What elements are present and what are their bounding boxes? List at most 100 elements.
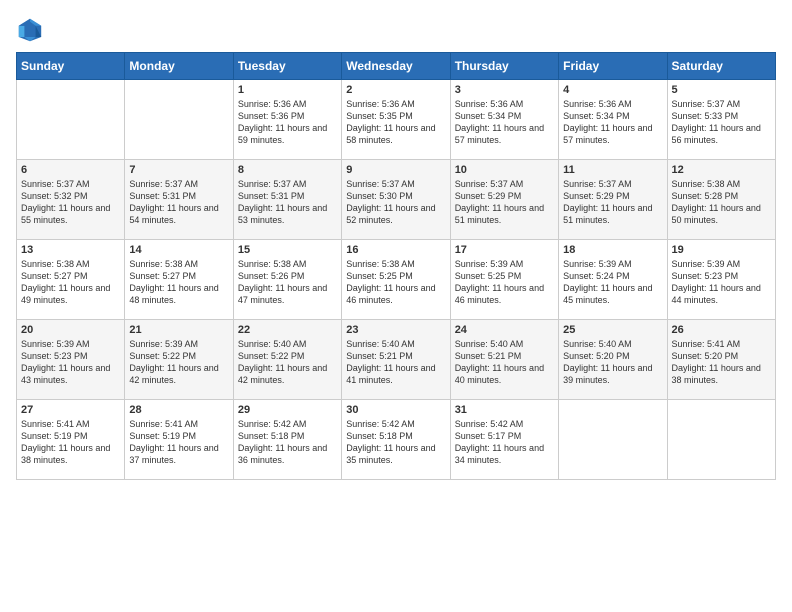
calendar-cell: 21Sunrise: 5:39 AMSunset: 5:22 PMDayligh… [125,320,233,400]
day-number: 6 [21,164,120,176]
cell-content: Sunrise: 5:42 AMSunset: 5:18 PMDaylight:… [238,418,337,467]
calendar-cell: 12 Sunrise: 5:38 AMSunset: 5:28 PMDayligh… [667,160,775,240]
cell-content: Sunrise: 5:42 AMSunset: 5:17 PMDaylight:… [455,418,554,467]
calendar-cell [667,400,775,480]
day-number: 8 [238,164,337,176]
day-number: 18 [563,244,662,256]
cell-content: Sunrise: 5:37 AMSunset: 5:32 PMDaylight:… [21,178,120,227]
day-number: 5 [672,84,771,96]
day-number: 17 [455,244,554,256]
cell-content: Sunrise: 5:38 AMSunset: 5:27 PMDaylight:… [21,258,120,307]
cell-content: Sunrise: 5:41 AMSunset: 5:20 PMDaylight:… [672,338,771,387]
calendar-cell: 5Sunrise: 5:37 AMSunset: 5:33 PMDaylight… [667,80,775,160]
calendar-cell: 2Sunrise: 5:36 AMSunset: 5:35 PMDaylight… [342,80,450,160]
calendar-cell: 13 Sunrise: 5:38 AMSunset: 5:27 PMDayligh… [17,240,125,320]
calendar-cell: 29 Sunrise: 5:42 AMSunset: 5:18 PMDayligh… [233,400,341,480]
cell-content: Sunrise: 5:41 AMSunset: 5:19 PMDaylight:… [21,418,120,467]
calendar-cell: 10 Sunrise: 5:37 AMSunset: 5:29 PMDayligh… [450,160,558,240]
calendar-table: SundayMondayTuesdayWednesdayThursdayFrid… [16,52,776,480]
cell-content: Sunrise: 5:38 AMSunset: 5:26 PMDaylight:… [238,258,337,307]
day-number: 10 [455,164,554,176]
cell-content: Sunrise: 5:40 AMSunset: 5:21 PMDaylight:… [455,338,554,387]
calendar-cell: 26Sunrise: 5:41 AMSunset: 5:20 PMDayligh… [667,320,775,400]
calendar-cell [559,400,667,480]
calendar-cell: 11 Sunrise: 5:37 AMSunset: 5:29 PMDayligh… [559,160,667,240]
calendar-body: 1 Sunrise: 5:36 AMSunset: 5:36 PMDaylight… [17,80,776,480]
calendar-cell: 17Sunrise: 5:39 AMSunset: 5:25 PMDayligh… [450,240,558,320]
cell-content: Sunrise: 5:40 AMSunset: 5:21 PMDaylight:… [346,338,445,387]
logo-icon [16,16,44,44]
weekday-sunday: Sunday [17,53,125,80]
day-number: 11 [563,164,662,176]
calendar-cell: 24 Sunrise: 5:40 AMSunset: 5:21 PMDayligh… [450,320,558,400]
weekday-wednesday: Wednesday [342,53,450,80]
cell-content: Sunrise: 5:36 AMSunset: 5:34 PMDaylight:… [563,98,662,147]
calendar-cell: 27 Sunrise: 5:41 AMSunset: 5:19 PMDayligh… [17,400,125,480]
day-number: 3 [455,84,554,96]
calendar-week-2: 6 Sunrise: 5:37 AMSunset: 5:32 PMDaylight… [17,160,776,240]
weekday-tuesday: Tuesday [233,53,341,80]
day-number: 4 [563,84,662,96]
cell-content: Sunrise: 5:37 AMSunset: 5:29 PMDaylight:… [563,178,662,227]
cell-content: Sunrise: 5:40 AMSunset: 5:22 PMDaylight:… [238,338,337,387]
day-number: 24 [455,324,554,336]
day-number: 15 [238,244,337,256]
day-number: 2 [346,84,445,96]
cell-content: Sunrise: 5:38 AMSunset: 5:25 PMDaylight:… [346,258,445,307]
day-number: 28 [129,404,228,416]
day-number: 16 [346,244,445,256]
calendar-cell: 15 Sunrise: 5:38 AMSunset: 5:26 PMDayligh… [233,240,341,320]
cell-content: Sunrise: 5:39 AMSunset: 5:24 PMDaylight:… [563,258,662,307]
calendar-cell: 30Sunrise: 5:42 AMSunset: 5:18 PMDayligh… [342,400,450,480]
calendar-cell: 9 Sunrise: 5:37 AMSunset: 5:30 PMDaylight… [342,160,450,240]
day-number: 19 [672,244,771,256]
day-number: 12 [672,164,771,176]
day-number: 9 [346,164,445,176]
calendar-cell: 19 Sunrise: 5:39 AMSunset: 5:23 PMDayligh… [667,240,775,320]
weekday-friday: Friday [559,53,667,80]
calendar-cell: 18 Sunrise: 5:39 AMSunset: 5:24 PMDayligh… [559,240,667,320]
day-number: 29 [238,404,337,416]
cell-content: Sunrise: 5:39 AMSunset: 5:23 PMDaylight:… [672,258,771,307]
day-number: 25 [563,324,662,336]
day-number: 31 [455,404,554,416]
cell-content: Sunrise: 5:36 AMSunset: 5:36 PMDaylight:… [238,98,337,147]
calendar-cell: 16 Sunrise: 5:38 AMSunset: 5:25 PMDayligh… [342,240,450,320]
day-number: 30 [346,404,445,416]
day-number: 22 [238,324,337,336]
cell-content: Sunrise: 5:37 AMSunset: 5:30 PMDaylight:… [346,178,445,227]
cell-content: Sunrise: 5:38 AMSunset: 5:28 PMDaylight:… [672,178,771,227]
calendar-cell: 14 Sunrise: 5:38 AMSunset: 5:27 PMDayligh… [125,240,233,320]
cell-content: Sunrise: 5:37 AMSunset: 5:31 PMDaylight:… [129,178,228,227]
cell-content: Sunrise: 5:37 AMSunset: 5:29 PMDaylight:… [455,178,554,227]
cell-content: Sunrise: 5:40 AMSunset: 5:20 PMDaylight:… [563,338,662,387]
cell-content: Sunrise: 5:36 AMSunset: 5:34 PMDaylight:… [455,98,554,147]
calendar-cell: 25 Sunrise: 5:40 AMSunset: 5:20 PMDayligh… [559,320,667,400]
calendar-cell: 22 Sunrise: 5:40 AMSunset: 5:22 PMDayligh… [233,320,341,400]
day-number: 13 [21,244,120,256]
day-number: 1 [238,84,337,96]
day-number: 27 [21,404,120,416]
calendar-cell [125,80,233,160]
page-header [16,16,776,44]
cell-content: Sunrise: 5:37 AMSunset: 5:31 PMDaylight:… [238,178,337,227]
day-number: 14 [129,244,228,256]
weekday-header-row: SundayMondayTuesdayWednesdayThursdayFrid… [17,53,776,80]
calendar-week-1: 1 Sunrise: 5:36 AMSunset: 5:36 PMDaylight… [17,80,776,160]
cell-content: Sunrise: 5:39 AMSunset: 5:22 PMDaylight:… [129,338,228,387]
calendar-cell: 20Sunrise: 5:39 AMSunset: 5:23 PMDayligh… [17,320,125,400]
calendar-cell: 7Sunrise: 5:37 AMSunset: 5:31 PMDaylight… [125,160,233,240]
weekday-thursday: Thursday [450,53,558,80]
cell-content: Sunrise: 5:41 AMSunset: 5:19 PMDaylight:… [129,418,228,467]
calendar-cell [17,80,125,160]
day-number: 23 [346,324,445,336]
cell-content: Sunrise: 5:38 AMSunset: 5:27 PMDaylight:… [129,258,228,307]
calendar-week-3: 13 Sunrise: 5:38 AMSunset: 5:27 PMDayligh… [17,240,776,320]
calendar-cell: 6 Sunrise: 5:37 AMSunset: 5:32 PMDaylight… [17,160,125,240]
calendar-cell: 23 Sunrise: 5:40 AMSunset: 5:21 PMDayligh… [342,320,450,400]
calendar-cell: 28 Sunrise: 5:41 AMSunset: 5:19 PMDayligh… [125,400,233,480]
logo [16,16,48,44]
calendar-cell: 1 Sunrise: 5:36 AMSunset: 5:36 PMDaylight… [233,80,341,160]
day-number: 20 [21,324,120,336]
calendar-cell: 4 Sunrise: 5:36 AMSunset: 5:34 PMDaylight… [559,80,667,160]
